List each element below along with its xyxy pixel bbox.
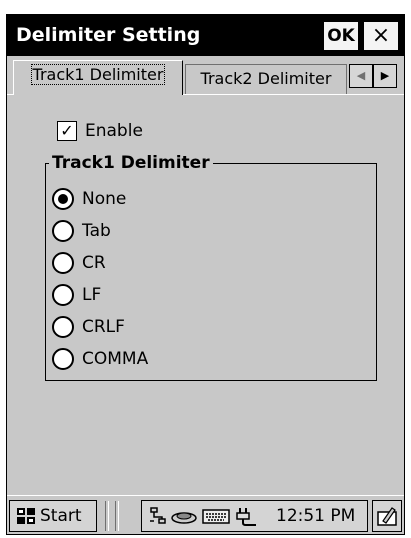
radio-label: Tab [82, 221, 111, 241]
tab-track1-delimiter[interactable]: Track1 Delimiter [13, 60, 183, 95]
groupbox-title: Track1 Delimiter [49, 152, 213, 174]
delimiter-groupbox: Track1 Delimiter None Tab CR LF CRLF COM… [45, 152, 377, 381]
start-label: Start [40, 506, 82, 526]
radio-button[interactable] [52, 220, 74, 242]
radio-button[interactable] [52, 252, 74, 274]
tab-strip: Track1 Delimiter Track2 Delimiter ◀ ▶ [7, 56, 404, 96]
radio-button[interactable] [52, 348, 74, 370]
start-button[interactable]: Start [9, 500, 97, 532]
device-screen: Delimiter Setting OK × Track1 Delimiter … [6, 14, 405, 535]
title-bar: Delimiter Setting OK × [7, 15, 404, 56]
tab-scroll-right-icon[interactable]: ▶ [373, 64, 397, 88]
radio-label: CR [82, 253, 106, 273]
power-icon[interactable] [234, 506, 258, 526]
connectivity-icon[interactable] [170, 506, 198, 526]
keyboard-icon[interactable] [202, 506, 230, 526]
tab-scroll-left-icon[interactable]: ◀ [349, 64, 373, 88]
input-panel-button[interactable] [372, 500, 402, 532]
window-title: Delimiter Setting [16, 24, 201, 46]
radio-button[interactable] [52, 316, 74, 338]
radio-label: CRLF [82, 317, 125, 337]
tab-label: Track2 Delimiter [200, 69, 332, 88]
input-panel-icon [377, 507, 397, 526]
taskbar-grip [105, 501, 109, 531]
windows-flag-icon [17, 508, 35, 524]
radio-selected-dot [58, 194, 68, 204]
radio-label: COMMA [82, 349, 149, 369]
taskbar: Start 12:51 PM [7, 495, 404, 534]
close-button[interactable]: × [363, 21, 399, 51]
taskbar-grip [115, 501, 119, 531]
radio-label: None [82, 189, 127, 209]
enable-label: Enable [85, 121, 143, 141]
tab-label: Track1 Delimiter [30, 64, 166, 85]
tab-scroll-arrows: ◀ ▶ [349, 64, 397, 94]
system-tray: 12:51 PM [141, 500, 368, 532]
radio-button[interactable] [52, 188, 74, 210]
ok-button[interactable]: OK [323, 21, 359, 51]
network-icon[interactable] [148, 506, 168, 526]
enable-checkbox[interactable]: ✓ [57, 121, 77, 141]
radio-button[interactable] [52, 284, 74, 306]
radio-label: LF [82, 285, 102, 305]
clock[interactable]: 12:51 PM [276, 505, 355, 527]
tab-track2-delimiter[interactable]: Track2 Delimiter [185, 64, 347, 94]
